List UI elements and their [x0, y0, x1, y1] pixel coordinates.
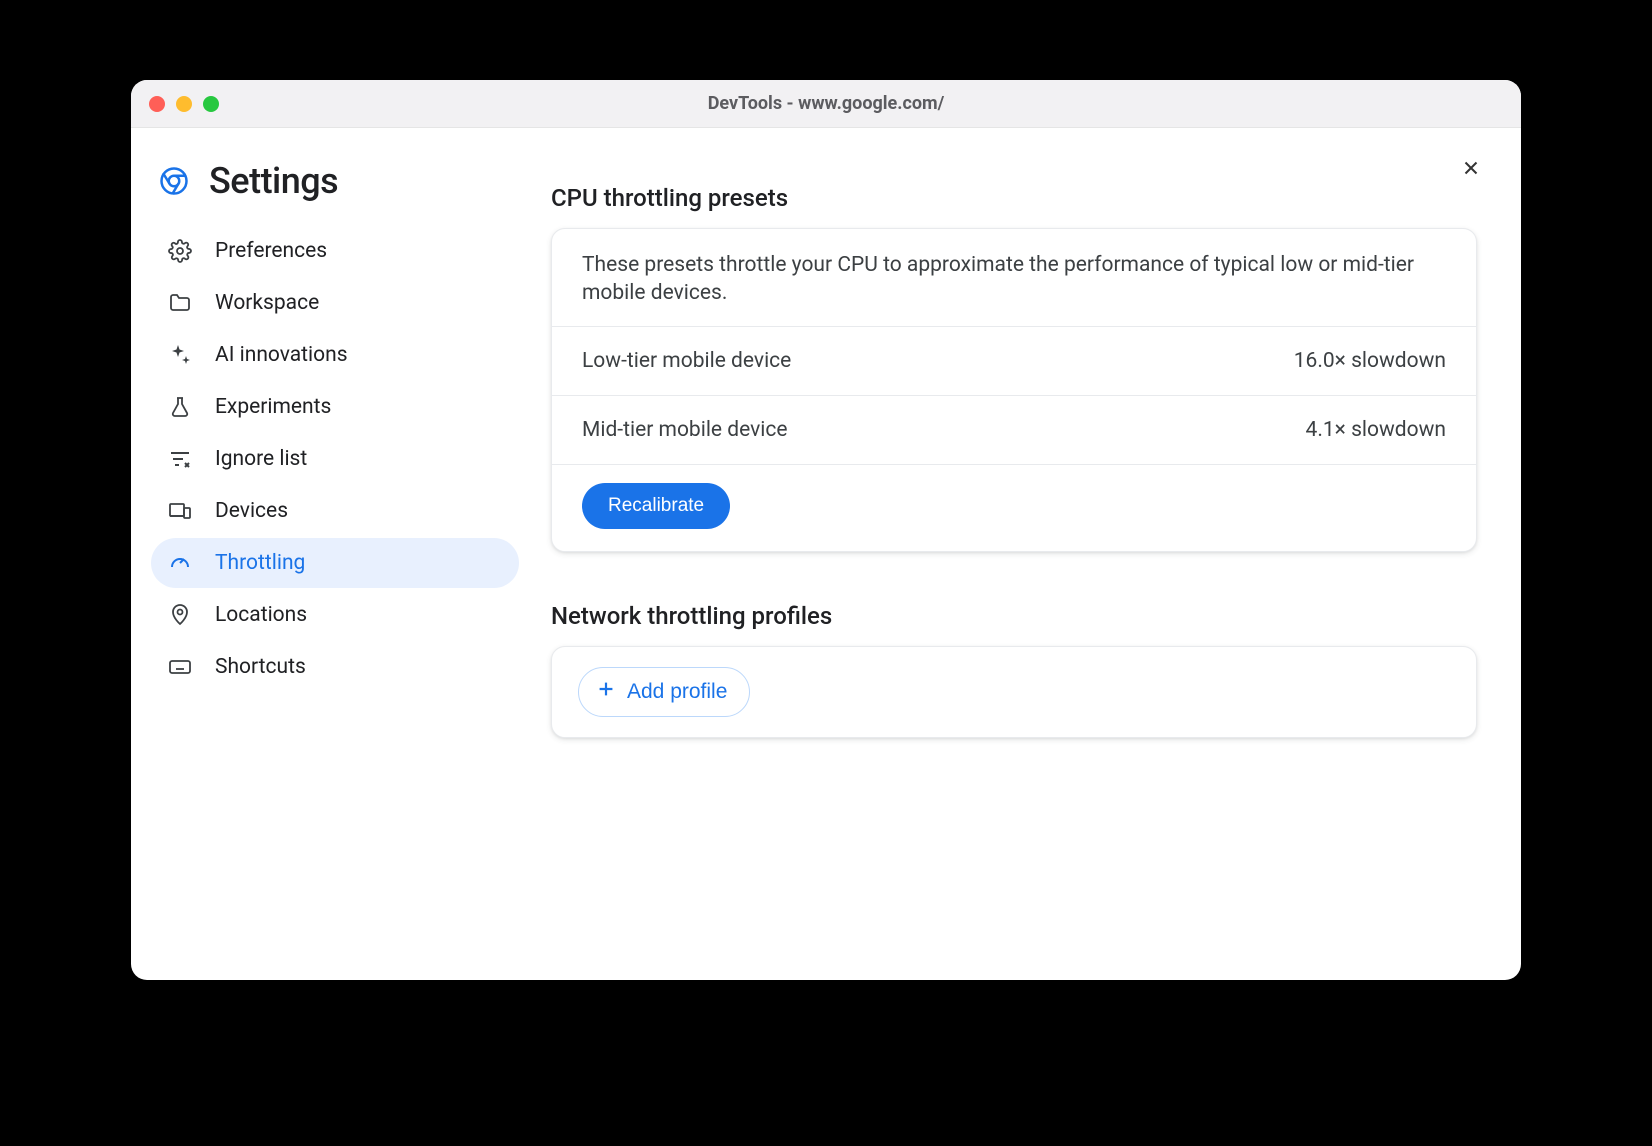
preset-name: Mid-tier mobile device [582, 418, 788, 442]
sidebar-item-label: AI innovations [215, 343, 348, 367]
close-panel-button[interactable] [1453, 150, 1489, 186]
page-title: Settings [209, 160, 338, 202]
sidebar-item-label: Throttling [215, 551, 305, 575]
plus-icon [595, 678, 617, 706]
network-profiles-card: Add profile [551, 646, 1477, 738]
main-panel: CPU throttling presets These presets thr… [531, 128, 1521, 980]
preset-row-low-tier: Low-tier mobile device 16.0× slowdown [552, 326, 1476, 395]
maximize-window-button[interactable] [203, 96, 219, 112]
close-window-button[interactable] [149, 96, 165, 112]
close-icon [1460, 157, 1482, 179]
sparkles-icon [167, 342, 193, 368]
sidebar-item-label: Preferences [215, 239, 327, 263]
sidebar-item-label: Shortcuts [215, 655, 306, 679]
sidebar-header: Settings [151, 152, 519, 226]
sidebar-item-preferences[interactable]: Preferences [151, 226, 519, 276]
folder-icon [167, 290, 193, 316]
gauge-icon [167, 550, 193, 576]
sidebar: Settings Preferences Workspace AI innova… [131, 128, 531, 980]
preset-value: 4.1× slowdown [1306, 418, 1446, 442]
content-area: Settings Preferences Workspace AI innova… [131, 128, 1521, 980]
gear-icon [167, 238, 193, 264]
sidebar-item-label: Devices [215, 499, 288, 523]
chrome-icon [159, 166, 189, 196]
cpu-presets-description: These presets throttle your CPU to appro… [552, 229, 1476, 326]
recalibrate-button[interactable]: Recalibrate [582, 483, 730, 529]
add-profile-label: Add profile [627, 680, 727, 704]
preset-name: Low-tier mobile device [582, 349, 791, 373]
sidebar-item-shortcuts[interactable]: Shortcuts [151, 642, 519, 692]
minimize-window-button[interactable] [176, 96, 192, 112]
window-title: DevTools - www.google.com/ [131, 93, 1521, 114]
sidebar-item-label: Ignore list [215, 447, 307, 471]
sidebar-item-label: Workspace [215, 291, 319, 315]
cpu-section-title: CPU throttling presets [551, 184, 1477, 212]
traffic-lights [149, 96, 219, 112]
cpu-card-footer: Recalibrate [552, 464, 1476, 551]
sidebar-item-experiments[interactable]: Experiments [151, 382, 519, 432]
keyboard-icon [167, 654, 193, 680]
devtools-settings-window: DevTools - www.google.com/ Settings Pref… [131, 80, 1521, 980]
settings-nav: Preferences Workspace AI innovations Exp… [151, 226, 519, 692]
add-profile-button[interactable]: Add profile [578, 667, 750, 717]
sidebar-item-workspace[interactable]: Workspace [151, 278, 519, 328]
preset-value: 16.0× slowdown [1294, 349, 1446, 373]
network-section-title: Network throttling profiles [551, 602, 1477, 630]
sidebar-item-label: Experiments [215, 395, 331, 419]
sidebar-item-devices[interactable]: Devices [151, 486, 519, 536]
flask-icon [167, 394, 193, 420]
devices-icon [167, 498, 193, 524]
sidebar-item-label: Locations [215, 603, 307, 627]
sidebar-item-throttling[interactable]: Throttling [151, 538, 519, 588]
titlebar: DevTools - www.google.com/ [131, 80, 1521, 128]
filter-x-icon [167, 446, 193, 472]
preset-row-mid-tier: Mid-tier mobile device 4.1× slowdown [552, 395, 1476, 464]
pin-icon [167, 602, 193, 628]
cpu-presets-card: These presets throttle your CPU to appro… [551, 228, 1477, 552]
sidebar-item-ignore-list[interactable]: Ignore list [151, 434, 519, 484]
sidebar-item-ai-innovations[interactable]: AI innovations [151, 330, 519, 380]
sidebar-item-locations[interactable]: Locations [151, 590, 519, 640]
